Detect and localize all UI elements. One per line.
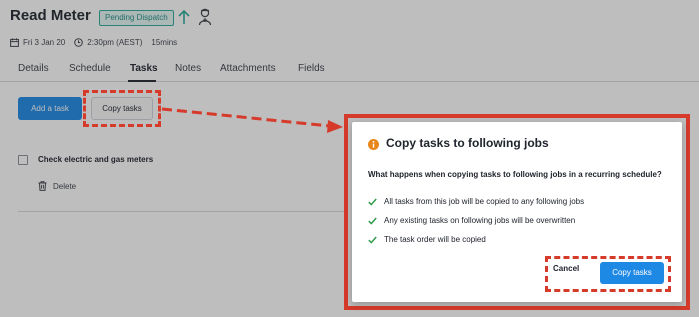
- dialog-question: What happens when copying tasks to follo…: [368, 170, 662, 179]
- checkmark-icon: [368, 236, 377, 244]
- dialog-actions-highlight: [545, 256, 671, 292]
- list-item: All tasks from this job will be copied t…: [368, 192, 584, 211]
- checkmark-icon: [368, 217, 377, 225]
- point-text: All tasks from this job will be copied t…: [384, 197, 585, 206]
- list-item: The task order will be copied: [368, 230, 584, 249]
- info-icon: [368, 139, 379, 150]
- point-text: The task order will be copied: [384, 235, 486, 244]
- list-item: Any existing tasks on following jobs wil…: [368, 211, 584, 230]
- dialog-title: Copy tasks to following jobs: [386, 136, 549, 150]
- point-text: Any existing tasks on following jobs wil…: [384, 216, 576, 225]
- dialog-points: All tasks from this job will be copied t…: [368, 192, 584, 249]
- checkmark-icon: [368, 198, 377, 206]
